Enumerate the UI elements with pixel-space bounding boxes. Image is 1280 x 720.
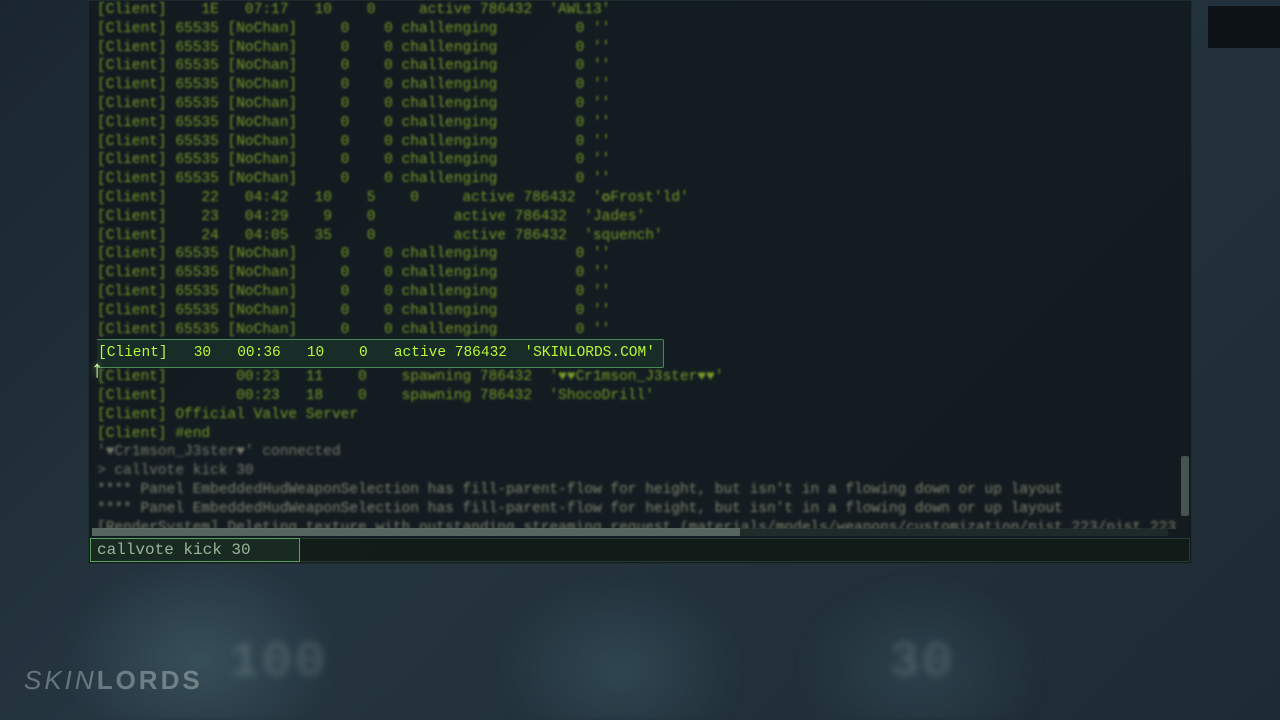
console-line: [Client] 23 04:29 9 0 active 786432 'Jad… — [97, 208, 1177, 227]
console-input[interactable] — [97, 541, 1177, 559]
console-line: [Client] 00:23 11 0 spawning 786432 '♥♥C… — [97, 368, 1177, 387]
console-line: [Client] 65535 [NoChan] 0 0 challenging … — [97, 170, 1177, 189]
console-line: [Client] #end — [97, 425, 1177, 444]
console-line: '♥Cr1mson_J3ster♥' connected — [97, 443, 1177, 462]
console-line: [Client] 65535 [NoChan] 0 0 challenging … — [97, 95, 1177, 114]
right-panel-stub — [1208, 6, 1280, 48]
console-line: [Client] 22 04:42 10 5 0 active 786432 '… — [97, 189, 1177, 208]
console-line: [Client] 65535 [NoChan] 0 0 challenging … — [97, 321, 1177, 340]
console-line: [Client] 00:23 18 0 spawning 786432 'Sho… — [97, 387, 1177, 406]
console-line: **** Panel EmbeddedHudWeaponSelection ha… — [97, 481, 1177, 500]
console-line: [Client] 1E 07:17 10 0 active 786432 'AW… — [97, 1, 1177, 20]
console-line-highlighted: [Client] 30 00:36 10 0 active 786432 'SK… — [97, 339, 664, 368]
console-line: [Client] 65535 [NoChan] 0 0 challenging … — [97, 20, 1177, 39]
console-line: [Client] Official Valve Server — [97, 406, 1177, 425]
console-line: [Client] 65535 [NoChan] 0 0 challenging … — [97, 57, 1177, 76]
watermark-part1: SKIN — [24, 665, 97, 695]
arrow-up-icon: ↑ — [90, 358, 104, 385]
watermark-logo: SKINLORDS — [24, 665, 203, 696]
console-output[interactable]: [Client] 1E 07:17 10 0 active 786432 'AW… — [97, 1, 1177, 529]
console-line: [Client] 65535 [NoChan] 0 0 challenging … — [97, 245, 1177, 264]
console-line: [Client] 65535 [NoChan] 0 0 challenging … — [97, 264, 1177, 283]
console-line: [Client] 65535 [NoChan] 0 0 challenging … — [97, 114, 1177, 133]
horizontal-scrollbar-track[interactable] — [92, 528, 1168, 536]
console-line: [Client] 65535 [NoChan] 0 0 challenging … — [97, 302, 1177, 321]
console-line: [Client] 65535 [NoChan] 0 0 challenging … — [97, 133, 1177, 152]
console-line: > callvote kick 30 — [97, 462, 1177, 481]
console-line: [Client] 65535 [NoChan] 0 0 challenging … — [97, 39, 1177, 58]
console-line: [Client] 65535 [NoChan] 0 0 challenging … — [97, 151, 1177, 170]
console-line: [Client] 24 04:05 35 0 active 786432 'sq… — [97, 227, 1177, 246]
console-line: [Client] 65535 [NoChan] 0 0 challenging … — [97, 76, 1177, 95]
hud-ammo-value: 30 — [890, 636, 956, 690]
developer-console: [Client] 1E 07:17 10 0 active 786432 'AW… — [88, 0, 1192, 564]
watermark-part2: LORDS — [97, 665, 203, 695]
hud-health-value: 100 — [230, 636, 328, 690]
console-input-wrap — [90, 538, 1190, 562]
vertical-scrollbar-thumb[interactable] — [1181, 456, 1189, 516]
horizontal-scrollbar-thumb[interactable] — [92, 528, 740, 536]
console-line: **** Panel EmbeddedHudWeaponSelection ha… — [97, 500, 1177, 519]
console-line: [Client] 65535 [NoChan] 0 0 challenging … — [97, 283, 1177, 302]
